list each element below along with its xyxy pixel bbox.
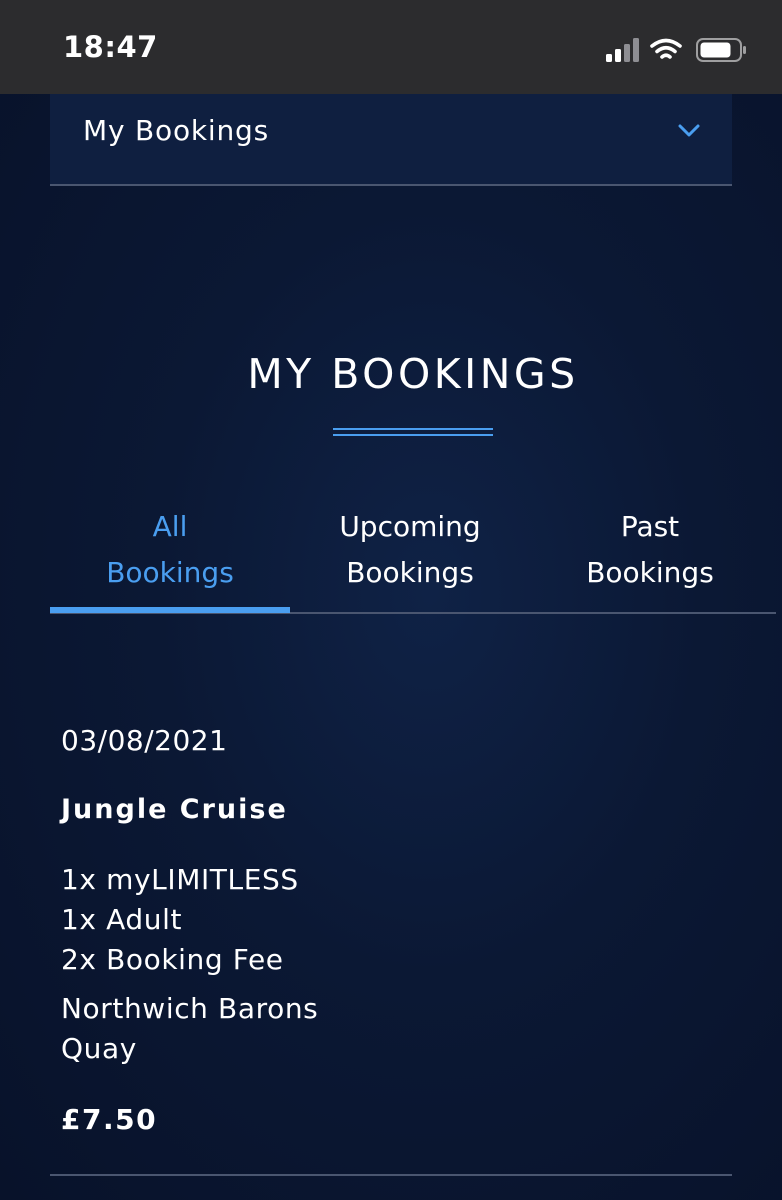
cellular-signal-icon	[606, 38, 639, 62]
booking-location: Northwich Barons	[61, 992, 319, 1025]
booking-date: 03/08/2021	[61, 724, 228, 757]
tab-label-line2: Bookings	[106, 556, 234, 589]
tab-label-line1: All	[152, 510, 188, 543]
chevron-down-icon[interactable]	[678, 124, 700, 138]
wifi-icon	[650, 38, 682, 59]
dropdown-label: My Bookings	[83, 114, 270, 147]
tab-label-line1: Upcoming	[339, 510, 481, 543]
booking-item: 1x Adult	[61, 903, 183, 936]
divider	[50, 1174, 732, 1176]
tab-all-bookings[interactable]: All Bookings	[50, 504, 290, 608]
booking-item: 2x Booking Fee	[61, 943, 284, 976]
status-icons	[606, 38, 746, 62]
status-time: 18:47	[63, 30, 158, 64]
tab-label-line2: Bookings	[586, 556, 714, 589]
battery-icon	[696, 38, 746, 62]
booking-item: 1x myLIMITLESS	[61, 863, 299, 896]
tab-label-line1: Past	[620, 510, 680, 543]
bookings-dropdown[interactable]: My Bookings	[50, 94, 732, 186]
active-tab-indicator	[50, 607, 290, 613]
booking-name: Jungle Cruise	[61, 794, 288, 825]
title-underline	[333, 428, 493, 436]
status-bar: 18:47	[0, 0, 782, 94]
page-content: My Bookings MY BOOKINGS All Bookings Upc…	[0, 94, 782, 1200]
tab-upcoming-bookings[interactable]: Upcoming Bookings	[290, 504, 530, 608]
booking-tabs: All Bookings Upcoming Bookings Past Book…	[50, 504, 782, 616]
booking-location: Quay	[61, 1032, 137, 1065]
tab-past-bookings[interactable]: Past Bookings	[530, 504, 770, 608]
tab-label-line2: Bookings	[346, 556, 474, 589]
booking-price: £7.50	[61, 1103, 158, 1136]
page-title: MY BOOKINGS	[247, 350, 579, 398]
